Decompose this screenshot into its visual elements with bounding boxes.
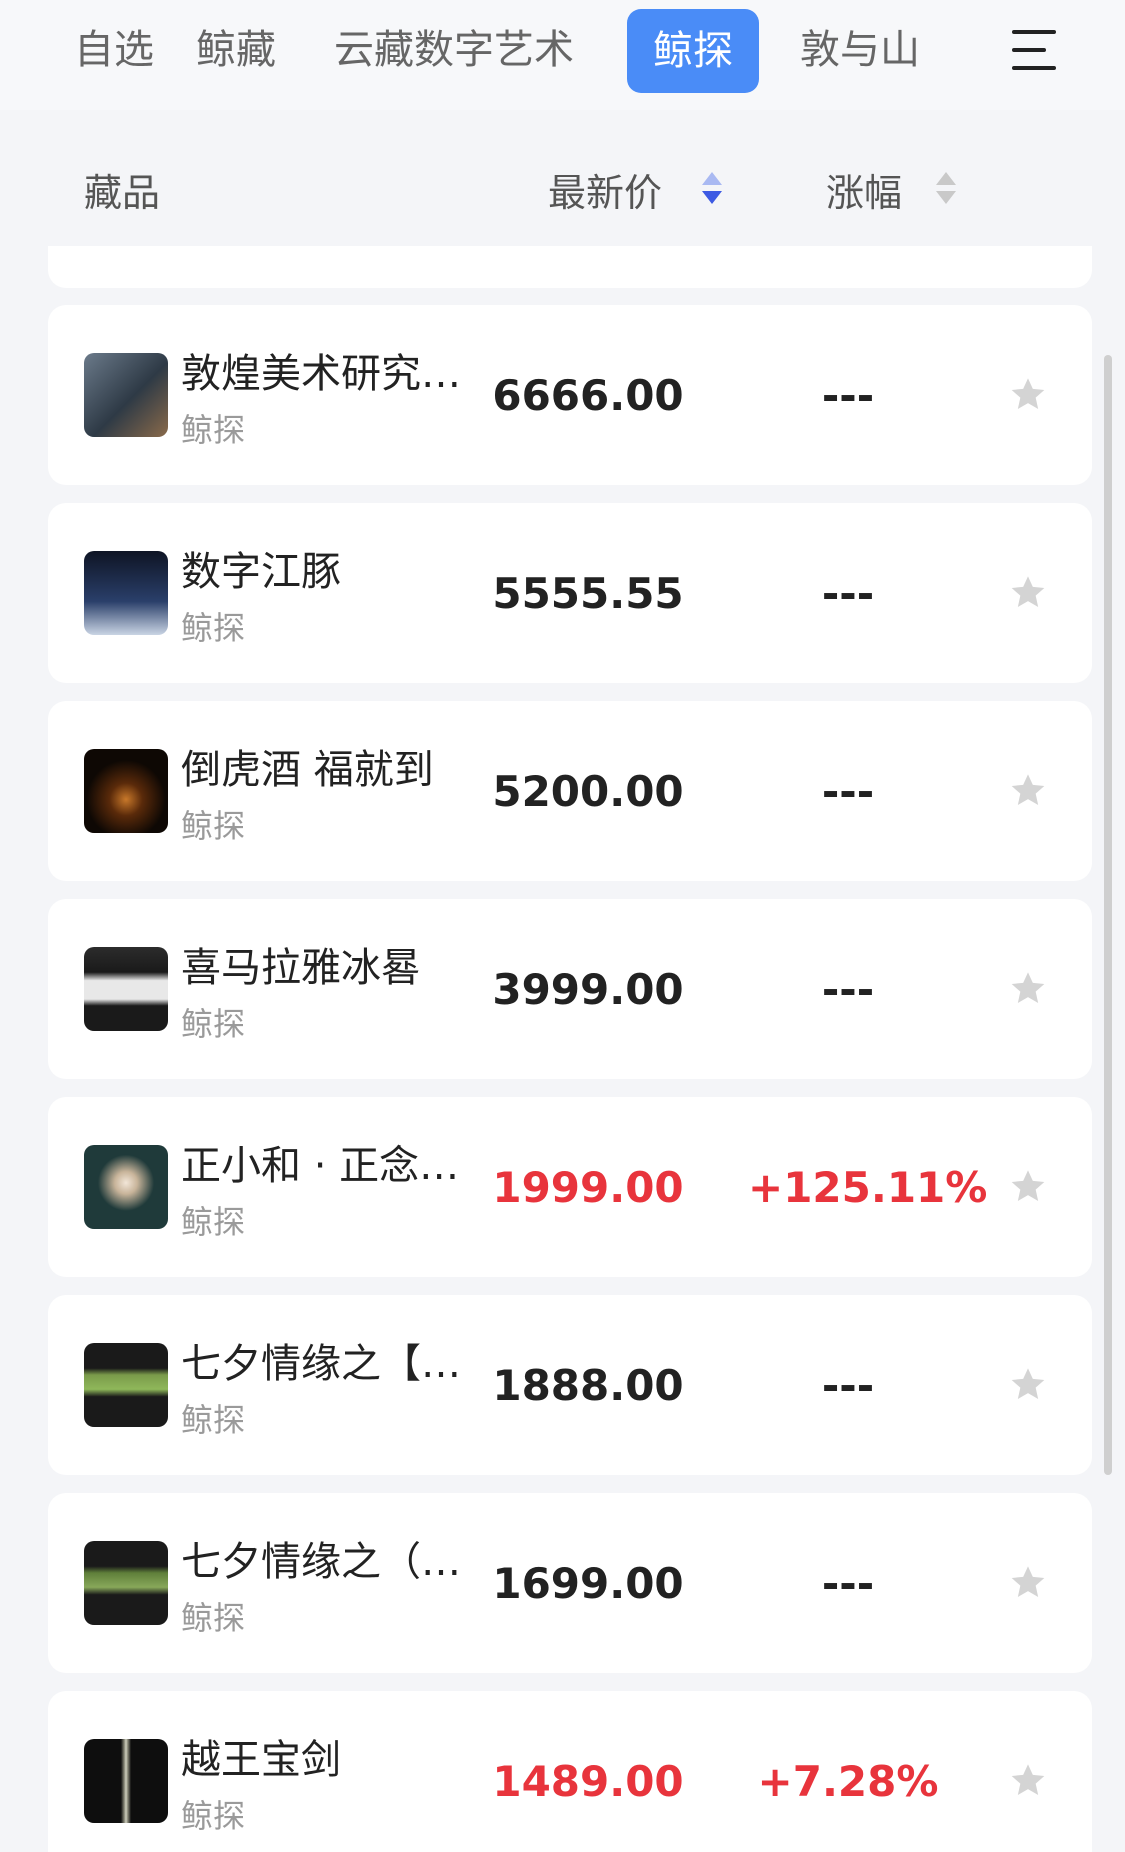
star-icon[interactable] <box>1008 771 1048 811</box>
tab-zixuan[interactable]: 自选 <box>74 22 154 78</box>
item-thumbnail <box>84 353 168 437</box>
item-name: 正小和 · 正念… <box>181 1143 460 1189</box>
item-price: 1699.00 <box>492 1559 684 1608</box>
star-icon[interactable] <box>1008 1563 1048 1603</box>
menu-icon[interactable] <box>1012 28 1056 72</box>
item-change: --- <box>821 767 875 816</box>
header-change[interactable]: 涨幅 <box>826 162 902 217</box>
tab-jingtan[interactable]: 鲸探 <box>627 9 759 93</box>
tab-dunyushan[interactable]: 敦与山 <box>800 22 920 78</box>
item-change: +125.11% <box>748 1163 988 1212</box>
item-platform: 鲸探 <box>181 411 246 449</box>
item-change: --- <box>821 965 875 1014</box>
star-icon[interactable] <box>1008 1365 1048 1405</box>
star-icon[interactable] <box>1008 573 1048 613</box>
list-item[interactable]: 七夕情缘之（… 鲸探 1699.00 --- <box>48 1493 1092 1673</box>
item-name: 敦煌美术研究… <box>181 351 461 397</box>
item-name: 喜马拉雅冰晷 <box>181 945 421 991</box>
item-price: 5200.00 <box>492 767 684 816</box>
list-header: 藏品 最新价 涨幅 <box>0 140 1125 236</box>
sort-price-icon[interactable] <box>702 172 722 206</box>
item-name: 七夕情缘之（… <box>181 1539 461 1585</box>
item-thumbnail <box>84 749 168 833</box>
item-platform: 鲸探 <box>181 807 246 845</box>
item-thumbnail <box>84 947 168 1031</box>
item-platform: 鲸探 <box>181 1005 246 1043</box>
star-icon[interactable] <box>1008 1167 1048 1207</box>
item-name: 数字江豚 <box>181 549 341 595</box>
item-change: --- <box>821 569 875 618</box>
item-thumbnail <box>84 551 168 635</box>
item-price: 1489.00 <box>492 1757 684 1806</box>
item-name: 越王宝剑 <box>181 1737 341 1783</box>
tab-jingcang[interactable]: 鲸藏 <box>196 22 276 78</box>
list-item[interactable]: 倒虎酒 福就到 鲸探 5200.00 --- <box>48 701 1092 881</box>
item-platform: 鲸探 <box>181 1203 246 1241</box>
item-thumbnail <box>84 1541 168 1625</box>
item-price: 5555.55 <box>492 569 684 618</box>
item-price: 1999.00 <box>492 1163 684 1212</box>
item-platform: 鲸探 <box>181 1401 246 1439</box>
item-name: 倒虎酒 福就到 <box>181 747 434 793</box>
list-item[interactable]: 越王宝剑 鲸探 1489.00 +7.28% <box>48 1691 1092 1852</box>
sort-change-icon[interactable] <box>936 172 956 206</box>
header-price[interactable]: 最新价 <box>548 162 662 217</box>
scrollbar[interactable] <box>1104 355 1112 1475</box>
list-card-partial <box>48 246 1092 288</box>
item-price: 6666.00 <box>492 371 684 420</box>
list-item[interactable]: 喜马拉雅冰晷 鲸探 3999.00 --- <box>48 899 1092 1079</box>
star-icon[interactable] <box>1008 375 1048 415</box>
list-item[interactable]: 敦煌美术研究… 鲸探 6666.00 --- <box>48 305 1092 485</box>
tab-yuncang[interactable]: 云藏数字艺术 <box>334 22 574 78</box>
item-platform: 鲸探 <box>181 1797 246 1835</box>
item-price: 1888.00 <box>492 1361 684 1410</box>
item-name: 七夕情缘之【… <box>181 1341 461 1387</box>
market-tabs-bar: 自选 鲸藏 云藏数字艺术 鲸探 敦与山 <box>0 0 1125 110</box>
list-item[interactable]: 正小和 · 正念… 鲸探 1999.00 +125.11% <box>48 1097 1092 1277</box>
item-platform: 鲸探 <box>181 1599 246 1637</box>
item-change: --- <box>821 1559 875 1608</box>
star-icon[interactable] <box>1008 969 1048 1009</box>
item-change: +7.28% <box>757 1757 939 1806</box>
item-change: --- <box>821 1361 875 1410</box>
item-change: --- <box>821 371 875 420</box>
item-thumbnail <box>84 1739 168 1823</box>
list-item[interactable]: 数字江豚 鲸探 5555.55 --- <box>48 503 1092 683</box>
item-thumbnail <box>84 1343 168 1427</box>
star-icon[interactable] <box>1008 1761 1048 1801</box>
list-item[interactable]: 七夕情缘之【… 鲸探 1888.00 --- <box>48 1295 1092 1475</box>
item-price: 3999.00 <box>492 965 684 1014</box>
header-item: 藏品 <box>84 171 161 215</box>
item-platform: 鲸探 <box>181 609 246 647</box>
item-thumbnail <box>84 1145 168 1229</box>
